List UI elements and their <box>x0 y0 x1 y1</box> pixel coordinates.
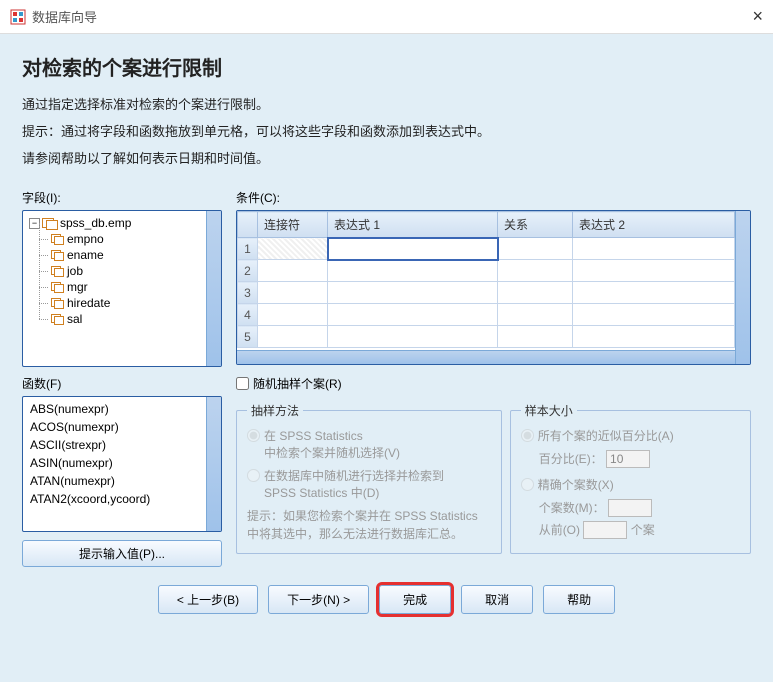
scrollbar-v[interactable] <box>735 211 750 364</box>
from-input <box>583 521 627 539</box>
prompt-value-button[interactable]: 提示输入值(P)... <box>22 540 222 567</box>
sample-size-legend: 样本大小 <box>521 402 577 419</box>
function-item[interactable]: ATAN2(xcoord,ycoord) <box>26 490 218 508</box>
grid-row[interactable]: 1 <box>238 238 735 260</box>
next-button[interactable]: 下一步(N) > <box>268 585 369 614</box>
cell-connector[interactable] <box>258 238 328 260</box>
cancel-button[interactable]: 取消 <box>461 585 533 614</box>
size-opt-pct <box>521 429 534 442</box>
wizard-buttons: < 上一步(B) 下一步(N) > 完成 取消 帮助 <box>22 585 751 614</box>
field-icon <box>51 250 63 260</box>
grid-corner <box>238 212 258 238</box>
page-heading: 对检索的个案进行限制 <box>22 52 751 81</box>
content-area: 对检索的个案进行限制 通过指定选择标准对检索的个案进行限制。 提示：通过将字段和… <box>0 34 773 682</box>
sampling-hint: 提示：如果您检索个案并在 SPSS Statistics 中将其选中，那么无法进… <box>247 507 491 543</box>
exact-label: 个案数(M)： <box>539 501 605 515</box>
sample-size-group: 样本大小 所有个案的近似百分比(A) 百分比(E)： 精确个案数(X) <box>510 402 751 554</box>
random-sample-check[interactable]: 随机抽样个案(R) <box>236 375 751 392</box>
grid-row[interactable]: 2 <box>238 260 735 282</box>
from-suffix: 个案 <box>631 523 655 537</box>
function-item[interactable]: ACOS(numexpr) <box>26 418 218 436</box>
tree-field[interactable]: mgr <box>27 279 217 295</box>
back-button[interactable]: < 上一步(B) <box>158 585 258 614</box>
fields-label: 字段(I): <box>22 189 222 206</box>
random-sample-checkbox[interactable] <box>236 377 249 390</box>
desc-line-3: 请参阅帮助以了解如何表示日期和时间值。 <box>22 149 751 170</box>
pct-input <box>606 450 650 468</box>
scrollbar[interactable] <box>206 397 221 531</box>
field-icon <box>51 282 63 292</box>
field-icon <box>51 266 63 276</box>
col-connector[interactable]: 连接符 <box>258 212 328 238</box>
function-item[interactable]: ATAN(numexpr) <box>26 472 218 490</box>
col-relation[interactable]: 关系 <box>498 212 573 238</box>
function-item[interactable]: ASCII(strexpr) <box>26 436 218 454</box>
table-icon <box>42 218 56 228</box>
finish-button[interactable]: 完成 <box>379 585 451 614</box>
col-expr2[interactable]: 表达式 2 <box>573 212 735 238</box>
field-icon <box>51 314 63 324</box>
grid-row[interactable]: 3 <box>238 282 735 304</box>
tree-field[interactable]: sal <box>27 311 217 327</box>
tree-field[interactable]: empno <box>27 231 217 247</box>
functions-list[interactable]: ABS(numexpr) ACOS(numexpr) ASCII(strexpr… <box>22 396 222 532</box>
app-icon <box>10 9 26 25</box>
tree-root-label: spss_db.emp <box>60 216 131 230</box>
fields-tree[interactable]: − spss_db.emp empno ename job mgr hireda… <box>22 210 222 367</box>
scrollbar-h[interactable] <box>237 350 735 364</box>
random-sample-label: 随机抽样个案(R) <box>253 375 342 392</box>
col-expr1[interactable]: 表达式 1 <box>328 212 498 238</box>
sampling-opt-db <box>247 469 260 482</box>
cell-relation[interactable] <box>498 238 573 260</box>
titlebar: 数据库向导 × <box>0 0 773 34</box>
pct-label: 百分比(E)： <box>539 452 603 466</box>
sampling-legend: 抽样方法 <box>247 402 303 419</box>
help-button[interactable]: 帮助 <box>543 585 615 614</box>
grid-row[interactable]: 4 <box>238 304 735 326</box>
from-label: 从前(O) <box>539 523 580 537</box>
tree-field[interactable]: ename <box>27 247 217 263</box>
window-title: 数据库向导 <box>32 7 97 26</box>
sampling-opt-spss <box>247 429 260 442</box>
size-opt-exact <box>521 478 534 491</box>
function-item[interactable]: ASIN(numexpr) <box>26 454 218 472</box>
conditions-label: 条件(C): <box>236 189 751 206</box>
desc-line-1: 通过指定选择标准对检索的个案进行限制。 <box>22 95 751 116</box>
tree-field[interactable]: job <box>27 263 217 279</box>
field-icon <box>51 298 63 308</box>
function-item[interactable]: ABS(numexpr) <box>26 400 218 418</box>
tree-root[interactable]: − spss_db.emp <box>27 215 217 231</box>
cell-expr2[interactable] <box>573 238 735 260</box>
cell-expr1[interactable] <box>328 238 498 260</box>
desc-line-2: 提示：通过将字段和函数拖放到单元格，可以将这些字段和函数添加到表达式中。 <box>22 122 751 143</box>
scrollbar[interactable] <box>206 211 221 366</box>
sampling-method-group: 抽样方法 在 SPSS Statistics中检索个案并随机选择(V) 在数据库… <box>236 402 502 554</box>
exact-input <box>608 499 652 517</box>
field-icon <box>51 234 63 244</box>
functions-label: 函数(F) <box>22 375 222 392</box>
grid-row[interactable]: 5 <box>238 326 735 348</box>
conditions-grid[interactable]: 连接符 表达式 1 关系 表达式 2 1 2 3 4 5 <box>236 210 751 365</box>
tree-field[interactable]: hiredate <box>27 295 217 311</box>
close-button[interactable]: × <box>752 6 763 27</box>
